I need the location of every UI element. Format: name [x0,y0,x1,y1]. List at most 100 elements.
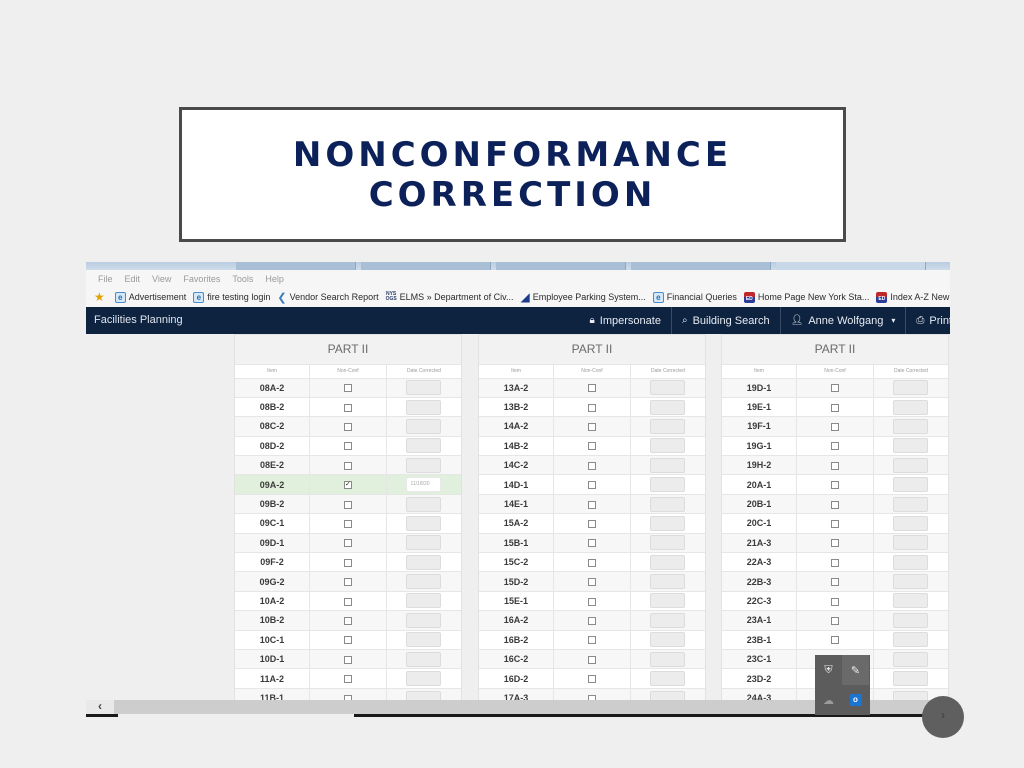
nonconf-checkbox[interactable] [830,617,839,625]
menu-help[interactable]: Help [265,274,284,284]
date-corrected-input[interactable] [406,457,442,473]
nonconf-checkbox[interactable] [343,442,352,451]
date-corrected-input[interactable] [406,651,442,667]
date-corrected-input[interactable] [893,593,929,609]
nonconf-checkbox[interactable] [343,578,352,587]
user-menu-button[interactable]: 👤︎ Anne Wolfgang ▾ [779,307,906,334]
date-corrected-input[interactable] [893,477,929,493]
favorite-link[interactable]: e Advertisement [114,291,186,303]
favorite-link[interactable]: ❮ Vendor Search Report [277,291,378,304]
print-button[interactable]: ⎙ Print [905,307,950,334]
nonconf-checkbox[interactable] [343,423,352,432]
date-corrected-input[interactable] [650,496,686,512]
date-corrected-input[interactable] [893,438,929,454]
date-corrected-input[interactable] [406,593,442,609]
date-corrected-input[interactable] [650,438,686,454]
nonconf-checkbox[interactable] [587,442,596,451]
date-corrected-input[interactable] [406,554,442,570]
date-corrected-input[interactable] [893,496,929,512]
nonconf-checkbox[interactable] [830,578,839,587]
favorite-link[interactable]: ◢ Employee Parking System... [521,290,646,304]
nonconf-checkbox[interactable] [830,461,839,470]
cloud-offline-icon[interactable]: ☁ [815,685,842,715]
date-corrected-input[interactable] [893,574,929,590]
date-corrected-input[interactable] [650,593,686,609]
scroll-left-button[interactable]: ‹ [86,700,114,714]
date-corrected-input[interactable] [893,612,929,628]
nonconf-checkbox[interactable] [343,675,352,684]
date-corrected-input[interactable] [893,651,929,667]
nonconf-checkbox[interactable] [830,500,839,509]
nonconf-checkbox[interactable] [343,655,352,664]
nonconf-checkbox[interactable] [343,520,352,529]
nonconf-checkbox[interactable] [830,558,839,567]
menu-edit[interactable]: Edit [125,274,141,284]
nonconf-checkbox[interactable] [830,636,839,645]
nonconf-checkbox[interactable] [830,539,839,548]
date-corrected-input[interactable] [406,671,442,687]
date-corrected-input[interactable] [650,477,686,493]
date-corrected-input[interactable] [650,632,686,648]
date-corrected-input[interactable] [650,535,686,551]
app-brand[interactable]: Facilities Planning [94,314,183,326]
menu-tools[interactable]: Tools [232,274,253,284]
date-corrected-input[interactable] [893,554,929,570]
nonconf-checkbox[interactable] [830,520,839,529]
date-corrected-input[interactable] [406,535,442,551]
nonconf-checkbox[interactable] [587,384,596,393]
date-corrected-input[interactable] [650,651,686,667]
menu-favorites[interactable]: Favorites [183,274,220,284]
browser-tab[interactable] [361,262,491,270]
nonconf-checkbox[interactable] [587,520,596,529]
browser-tab[interactable] [631,262,771,270]
nonconf-checkbox[interactable] [587,539,596,548]
building-search-button[interactable]: ⌕ Building Search [670,307,780,334]
date-corrected-input[interactable] [893,418,929,434]
nonconf-checkbox[interactable] [343,500,352,509]
nonconf-checkbox[interactable] [830,384,839,393]
date-corrected-input[interactable] [406,399,442,415]
date-corrected-input[interactable] [406,574,442,590]
nonconf-checkbox[interactable] [587,461,596,470]
date-corrected-input[interactable] [650,457,686,473]
browser-tab[interactable] [236,262,356,270]
nonconf-checkbox[interactable] [587,655,596,664]
nonconf-checkbox[interactable] [830,481,839,490]
favorite-link[interactable]: ED Home Page New York Sta... [743,291,869,303]
browser-tab-active[interactable] [776,262,926,270]
nonconf-checkbox[interactable] [587,597,596,606]
pen-tool-icon[interactable]: ✎ [842,655,869,685]
nonconf-checkbox[interactable] [343,384,352,393]
favorites-star-button[interactable]: ★ [94,290,108,304]
date-corrected-input[interactable] [893,671,929,687]
favorite-link[interactable]: e Financial Queries [652,291,737,303]
menu-view[interactable]: View [152,274,171,284]
defender-shield-icon[interactable]: ⛨ [815,655,842,685]
date-corrected-input[interactable] [893,380,929,396]
date-corrected-input[interactable] [893,515,929,531]
date-corrected-input[interactable] [406,380,442,396]
date-corrected-input[interactable] [650,671,686,687]
nonconf-checkbox[interactable] [587,500,596,509]
impersonate-button[interactable]: 🔒︎ Impersonate [579,307,670,334]
nonconf-checkbox[interactable] [343,597,352,606]
nonconf-checkbox[interactable] [830,442,839,451]
nonconf-checkbox[interactable] [830,423,839,432]
date-corrected-input[interactable] [650,515,686,531]
date-corrected-input[interactable] [650,574,686,590]
nonconf-checkbox[interactable] [587,636,596,645]
date-corrected-input[interactable] [893,399,929,415]
date-corrected-input[interactable] [893,535,929,551]
date-corrected-input[interactable] [406,612,442,628]
date-corrected-input[interactable] [650,418,686,434]
date-corrected-input[interactable] [893,457,929,473]
nonconf-checkbox[interactable] [343,403,352,412]
nonconf-checkbox[interactable] [587,481,596,490]
date-corrected-input[interactable] [650,399,686,415]
date-corrected-input[interactable]: 11/18/20 [406,477,442,493]
nonconf-checkbox[interactable] [587,558,596,567]
nonconf-checkbox[interactable] [830,597,839,606]
nonconf-checkbox[interactable] [830,403,839,412]
date-corrected-input[interactable] [650,612,686,628]
favorite-link[interactable]: e fire testing login [193,291,270,303]
